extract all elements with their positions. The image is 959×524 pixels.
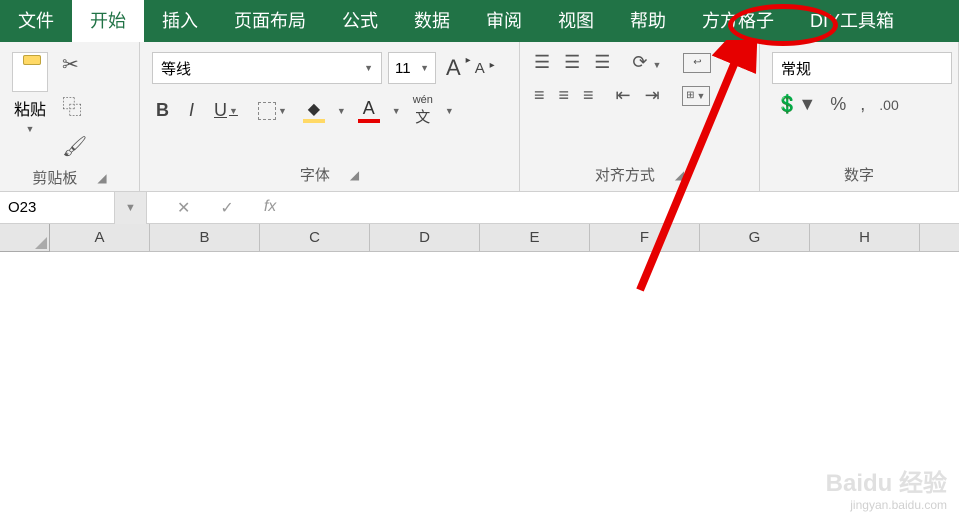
column-header[interactable]: D [370,224,480,252]
sheet-grid: ABCDEFGHI11012102310341045105610678 [0,224,959,257]
tab-diy[interactable]: DIY工具箱 [792,0,912,42]
tab-file[interactable]: 文件 [0,0,72,42]
percent-button[interactable]: % [830,94,846,115]
copy-icon[interactable]: ⿻ [62,91,87,120]
formula-bar: O23 ▼ ✕ ✓ fx [0,192,959,224]
tab-insert[interactable]: 插入 [144,0,216,42]
column-header[interactable]: C [260,224,370,252]
column-header[interactable]: I [920,224,959,252]
column-header[interactable]: F [590,224,700,252]
tab-help[interactable]: 帮助 [612,0,684,42]
paste-button[interactable]: 粘贴 ▼ [12,52,54,134]
border-button[interactable]: ▼ [254,100,291,122]
align-center-icon[interactable]: ≡ [557,85,572,106]
currency-button[interactable]: 💲▼ [776,94,816,115]
fill-color-button[interactable]: ◆ [303,99,325,123]
merge-button[interactable]: ⊞▼ [682,86,710,106]
tab-view[interactable]: 视图 [540,0,612,42]
tab-fangfang[interactable]: 方方格子 [684,0,792,42]
format-painter-icon[interactable]: 🖌 [62,134,87,159]
enter-formula-icon[interactable]: ✓ [220,198,233,218]
align-right-icon[interactable]: ≡ [581,85,596,106]
fill-color-bar [303,119,325,123]
tab-home[interactable]: 开始 [72,0,144,42]
align-dialog-launcher[interactable]: ◢ [675,168,684,182]
chevron-down-icon: ▼ [26,124,35,134]
watermark-sub: jingyan.baidu.com [826,498,947,512]
clipboard-group-label: 剪贴板 [32,167,77,188]
clipboard-group: 粘贴 ▼ ✂ ⿻ 🖌 剪贴板 ◢ [0,42,140,191]
column-header[interactable]: G [700,224,810,252]
paste-label: 粘贴 [14,96,46,120]
column-header[interactable]: A [50,224,150,252]
align-middle-icon[interactable]: ☰ [562,52,582,73]
cut-icon[interactable]: ✂ [62,52,87,77]
font-color-bar [358,119,380,123]
cancel-formula-icon[interactable]: ✕ [177,198,190,218]
bold-button[interactable]: B [152,98,173,123]
chevron-down-icon: ▼ [364,63,373,73]
wrap-text-button[interactable]: ↩ [683,53,711,73]
font-size-select[interactable]: 11 ▼ [388,52,436,84]
increase-font-button[interactable]: A [442,55,465,81]
border-icon [258,102,276,120]
font-dialog-launcher[interactable]: ◢ [350,168,359,182]
column-header[interactable]: H [810,224,920,252]
number-format-select[interactable]: 常规 [772,52,952,84]
increase-decimal-icon[interactable]: .00 [879,97,898,113]
number-group: 常规 💲▼ % , .00 数字 [760,42,959,191]
font-color-button[interactable]: A [358,98,380,123]
font-name-select[interactable]: 等线 ▼ [152,52,382,84]
ribbon: 粘贴 ▼ ✂ ⿻ 🖌 剪贴板 ◢ 等线 ▼ 11 ▼ [0,42,959,192]
font-group-label: 字体 [300,164,330,185]
fx-icon[interactable]: fx [264,198,276,218]
align-group-label: 对齐方式 [595,164,655,185]
column-header[interactable]: B [150,224,260,252]
number-group-label: 数字 [844,164,874,185]
ribbon-tabs: 文件 开始 插入 页面布局 公式 数据 审阅 视图 帮助 方方格子 DIY工具箱 [0,0,959,42]
italic-button[interactable]: I [185,98,198,123]
indent-increase-icon[interactable]: ⇥ [643,85,662,106]
tab-page-layout[interactable]: 页面布局 [216,0,324,42]
tab-review[interactable]: 审阅 [468,0,540,42]
align-left-icon[interactable]: ≡ [532,85,547,106]
decrease-font-button[interactable]: A [471,60,489,77]
indent-decrease-icon[interactable]: ⇤ [614,85,633,106]
watermark-main: Baidu 经验 [826,463,947,498]
name-box[interactable]: O23 [0,192,115,224]
tab-data[interactable]: 数据 [396,0,468,42]
clipboard-icon [12,52,48,92]
select-all-corner[interactable] [0,224,50,252]
underline-button[interactable]: U▼ [210,98,242,123]
comma-button[interactable]: , [860,94,865,115]
watermark: Baidu 经验 jingyan.baidu.com [826,463,947,512]
align-bottom-icon[interactable]: ☰ [592,52,612,73]
tab-formulas[interactable]: 公式 [324,0,396,42]
align-group: ☰ ☰ ☰ ⟳ ▼ ↩ ≡ ≡ ≡ ⇤ ⇥ ⊞▼ 对齐方式 ◢ [520,42,760,191]
name-box-dropdown[interactable]: ▼ [115,192,147,224]
fill-icon: ◆ [308,99,320,119]
clipboard-dialog-launcher[interactable]: ◢ [97,171,106,185]
chevron-down-icon: ▼ [420,63,429,73]
align-top-icon[interactable]: ☰ [532,52,552,73]
phonetic-button[interactable]: wén 文 [413,94,433,127]
font-group: 等线 ▼ 11 ▼ A A B I U▼ ▼ ◆ ▼ [140,42,520,191]
column-header[interactable]: E [480,224,590,252]
orientation-button[interactable]: ⟳ ▼ [630,52,663,73]
